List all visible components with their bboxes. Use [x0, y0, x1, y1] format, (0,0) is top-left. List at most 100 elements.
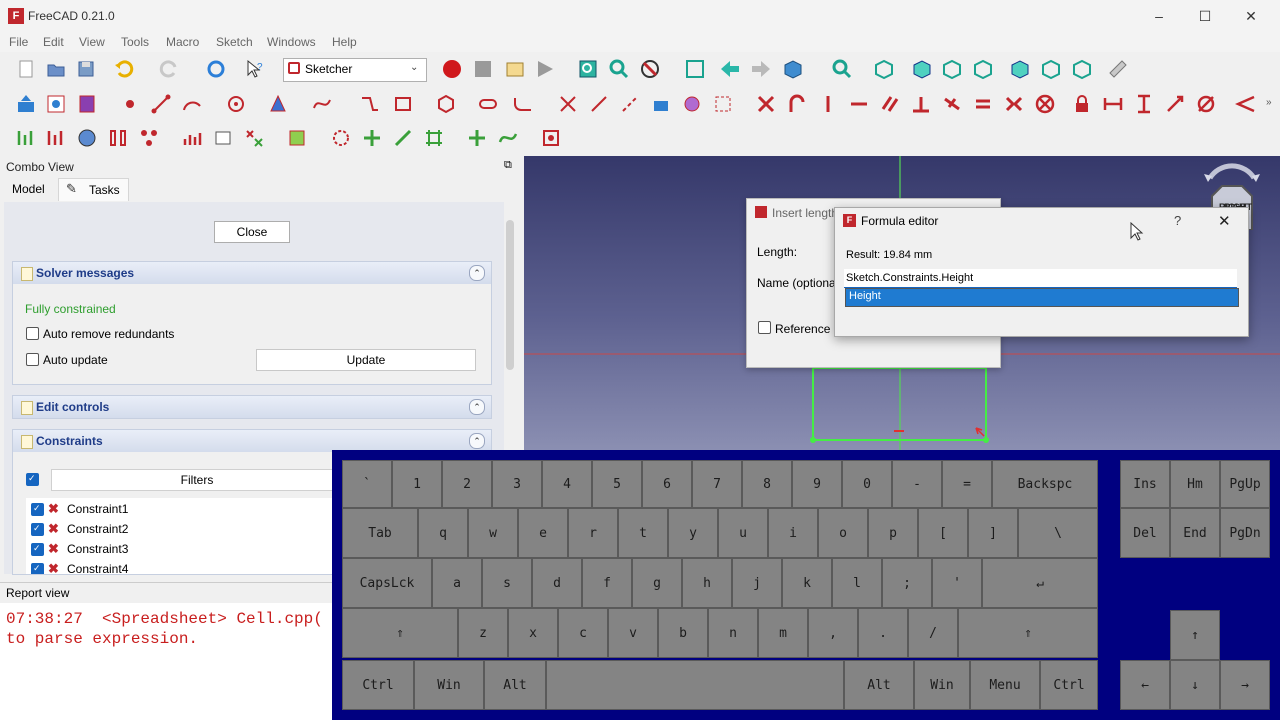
- open-file-icon[interactable]: [44, 57, 68, 81]
- key-enter[interactable]: ↵: [982, 558, 1098, 608]
- key-right-win[interactable]: Win: [914, 660, 970, 710]
- delete-constraints-icon[interactable]: [242, 126, 266, 150]
- key-z[interactable]: z: [458, 608, 508, 658]
- menu-view[interactable]: View: [79, 35, 105, 49]
- constrain-symmetric-icon[interactable]: [1002, 92, 1026, 116]
- macro-record-icon[interactable]: [440, 57, 464, 81]
- undo-icon[interactable]: [112, 57, 136, 81]
- key-period[interactable]: .: [858, 608, 908, 658]
- collapse-icon[interactable]: ⌃: [469, 433, 485, 449]
- toolbar-overflow-icon[interactable]: »: [1266, 97, 1272, 108]
- constrain-parallel-icon[interactable]: [878, 92, 902, 116]
- key-home[interactable]: Hm: [1170, 460, 1220, 508]
- macro-run-icon[interactable]: [533, 57, 557, 81]
- list-item[interactable]: ✖ Constraint4: [26, 560, 326, 574]
- select-all-constraints-checkbox[interactable]: [26, 473, 39, 486]
- key-6[interactable]: 6: [642, 460, 692, 508]
- rear-view-icon[interactable]: [1008, 57, 1032, 81]
- left-view-icon[interactable]: [1070, 57, 1094, 81]
- menu-tools[interactable]: Tools: [121, 35, 149, 49]
- close-window-button[interactable]: ✕: [1228, 4, 1274, 28]
- key-left-alt[interactable]: Alt: [484, 660, 546, 710]
- key-k[interactable]: k: [782, 558, 832, 608]
- redo-icon[interactable]: [157, 57, 181, 81]
- create-conic-icon[interactable]: [266, 92, 290, 116]
- key-comma[interactable]: ,: [808, 608, 858, 658]
- constrain-horizontal-icon[interactable]: [847, 92, 871, 116]
- whats-this-icon[interactable]: ?: [242, 57, 266, 81]
- constrain-diameter-icon[interactable]: [1194, 92, 1218, 116]
- split-icon[interactable]: [618, 92, 642, 116]
- zoom-icon[interactable]: [830, 57, 854, 81]
- constrain-coincident-icon[interactable]: [754, 92, 778, 116]
- key-5[interactable]: 5: [592, 460, 642, 508]
- menu-file[interactable]: File: [9, 35, 28, 49]
- key-t[interactable]: t: [618, 508, 668, 558]
- key-b[interactable]: b: [658, 608, 708, 658]
- create-bspline-icon[interactable]: [310, 92, 334, 116]
- constrain-block-icon[interactable]: [1033, 92, 1057, 116]
- key-9[interactable]: 9: [792, 460, 842, 508]
- forward-arrow-icon[interactable]: [749, 57, 773, 81]
- key-o[interactable]: o: [818, 508, 868, 558]
- constrain-vertical-icon[interactable]: [816, 92, 840, 116]
- key-arrow-right[interactable]: →: [1220, 660, 1270, 710]
- collapse-icon[interactable]: ⌃: [469, 399, 485, 415]
- key-right-shift[interactable]: ⇑: [958, 608, 1098, 658]
- edit-controls-header[interactable]: Edit controls ⌃: [12, 395, 492, 419]
- menu-sketch[interactable]: Sketch: [216, 35, 253, 49]
- maximize-button[interactable]: ☐: [1182, 4, 1228, 28]
- key-y[interactable]: y: [668, 508, 718, 558]
- key-left-shift[interactable]: ⇑: [342, 608, 458, 658]
- select-constraints-icon[interactable]: [106, 126, 130, 150]
- key-4[interactable]: 4: [542, 460, 592, 508]
- list-item[interactable]: ✖ Constraint1: [26, 500, 326, 518]
- list-item[interactable]: ✖ Constraint3: [26, 540, 326, 558]
- key-tab[interactable]: Tab: [342, 508, 418, 558]
- fit-all-icon[interactable]: [576, 57, 600, 81]
- rectangular-array-icon[interactable]: [422, 126, 446, 150]
- validate-sketch-icon[interactable]: [75, 126, 99, 150]
- right-view-icon[interactable]: [971, 57, 995, 81]
- trim-icon[interactable]: [556, 92, 580, 116]
- toggle-active-icon[interactable]: [44, 126, 68, 150]
- menu-macro[interactable]: Macro: [166, 35, 199, 49]
- constrain-distance-icon[interactable]: [1163, 92, 1187, 116]
- macro-edit-icon[interactable]: [503, 57, 527, 81]
- fit-selection-icon[interactable]: [607, 57, 631, 81]
- bounding-box-icon[interactable]: [683, 57, 707, 81]
- constrain-lock-icon[interactable]: [1070, 92, 1094, 116]
- autocomplete-suggestion[interactable]: [845, 288, 1239, 307]
- create-fillet-icon[interactable]: [511, 92, 535, 116]
- constrain-vertical-distance-icon[interactable]: [1132, 92, 1156, 116]
- collapse-icon[interactable]: ⌃: [469, 265, 485, 281]
- task-panel-scrollbar[interactable]: [506, 220, 514, 370]
- select-redundant-icon[interactable]: [180, 126, 204, 150]
- key-end[interactable]: End: [1170, 508, 1220, 558]
- constrain-perpendicular-icon[interactable]: [909, 92, 933, 116]
- leave-sketch-icon[interactable]: [14, 92, 38, 116]
- key-equals[interactable]: =: [942, 460, 992, 508]
- key-backtick[interactable]: `: [342, 460, 392, 508]
- constrain-horizontal-distance-icon[interactable]: [1101, 92, 1125, 116]
- constrain-tangent-icon[interactable]: [940, 92, 964, 116]
- key-w[interactable]: w: [468, 508, 518, 558]
- key-1[interactable]: 1: [392, 460, 442, 508]
- key-minus[interactable]: -: [892, 460, 942, 508]
- key-left-bracket[interactable]: [: [918, 508, 968, 558]
- create-arc-icon[interactable]: [180, 92, 204, 116]
- key-menu[interactable]: Menu: [970, 660, 1040, 710]
- key-n[interactable]: n: [708, 608, 758, 658]
- bspline-tools-icon[interactable]: [539, 126, 563, 150]
- key-l[interactable]: l: [832, 558, 882, 608]
- key-arrow-up[interactable]: ↑: [1170, 610, 1220, 660]
- isometric-view-icon[interactable]: [872, 57, 896, 81]
- key-0[interactable]: 0: [842, 460, 892, 508]
- key-x[interactable]: x: [508, 608, 558, 658]
- macro-stop-icon[interactable]: [471, 57, 495, 81]
- key-8[interactable]: 8: [742, 460, 792, 508]
- key-right-alt[interactable]: Alt: [844, 660, 914, 710]
- key-d[interactable]: d: [532, 558, 582, 608]
- constrain-angle-icon[interactable]: [1234, 92, 1258, 116]
- solver-messages-header[interactable]: Solver messages ⌃: [12, 261, 492, 285]
